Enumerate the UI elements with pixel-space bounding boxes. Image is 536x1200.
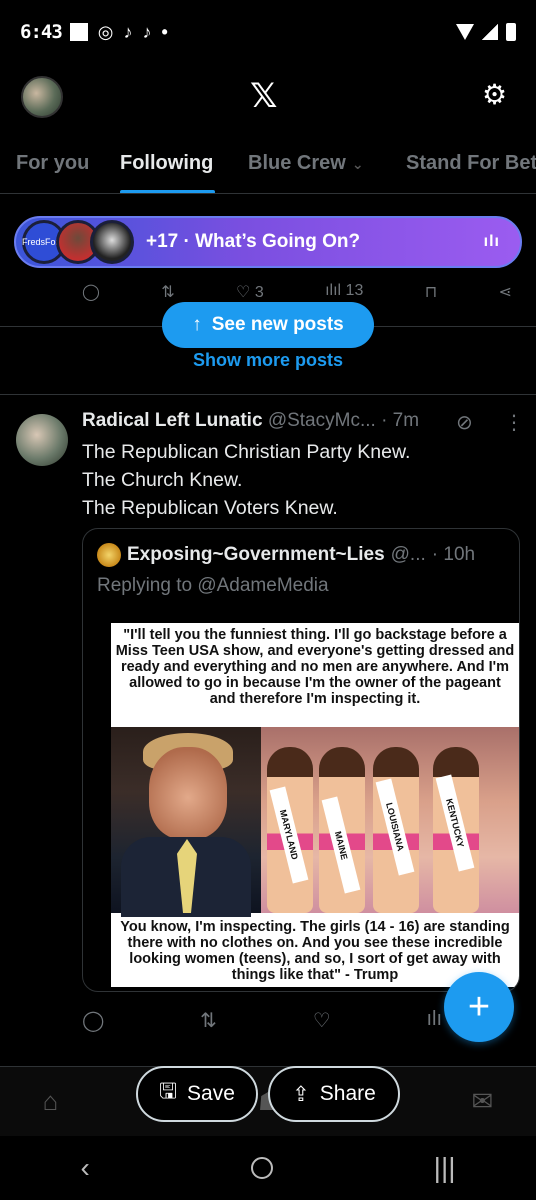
timeline-tabs: For you Following Blue Crew ⌄ Stand For B… (0, 138, 536, 194)
tab-stand-for-bet[interactable]: Stand For Bet (406, 152, 536, 175)
wifi-icon (456, 24, 474, 40)
save-icon: 🖫 (159, 1079, 178, 1103)
notification-square-icon (69, 23, 88, 41)
share-button[interactable]: ⇪ Share (268, 1066, 400, 1122)
audio-bars-icon: ılı (483, 233, 500, 250)
quoted-author-avatar (97, 543, 121, 567)
repost-icon[interactable]: ⇅ (161, 282, 174, 306)
system-nav-bar: ‹ ||| (0, 1136, 536, 1200)
share-icon: ⇪ (292, 1082, 310, 1106)
tab-blue-crew[interactable]: Blue Crew ⌄ (248, 152, 364, 175)
instagram-icon: ◎ (97, 21, 114, 42)
reply-icon[interactable]: ◯ (82, 1008, 104, 1033)
chevron-down-icon: ⌄ (351, 156, 364, 172)
share-icon[interactable]: ⋖ (499, 282, 512, 306)
status-time: 6:43 (20, 21, 63, 43)
quoted-post[interactable]: Exposing~Government~Lies @... · 10h Repl… (82, 528, 520, 992)
post-author-handle[interactable]: @StacyMc... (268, 410, 376, 431)
post-text: The Republican Christian Party Knew. The… (82, 438, 522, 522)
tiktok-icon: ♪ (123, 21, 133, 42)
bookmark-icon[interactable]: ⊓ (425, 282, 437, 306)
views-icon[interactable]: ılı (426, 1008, 442, 1033)
man-photo (111, 727, 261, 917)
share-label: Share (319, 1082, 376, 1105)
recents-icon[interactable]: ||| (434, 1152, 456, 1184)
home-icon[interactable]: ⌂ (43, 1086, 59, 1117)
tab-for-you[interactable]: For you (16, 152, 89, 175)
post-line: The Church Knew. (82, 469, 243, 491)
x-logo-icon: 𝕏 (250, 77, 278, 115)
space-title: +17 · What’s Going On? (146, 231, 361, 252)
post-time: · 7m (381, 410, 420, 431)
top-bar: 𝕏 ⚙ (0, 70, 536, 126)
meme-image[interactable]: "I'll tell you the funniest thing. I'll … (111, 623, 519, 987)
status-right (456, 23, 516, 41)
like-icon[interactable]: ♡ (313, 1008, 331, 1033)
save-label: Save (187, 1082, 235, 1105)
show-more-posts-link[interactable]: Show more posts (0, 350, 536, 371)
pageant-photo: MARYLAND MAINE LOUISIANA KENTUCKY (261, 727, 519, 913)
views-count: 13 (345, 282, 364, 299)
quoted-author-name: Exposing~Government~Lies (127, 544, 385, 565)
tab-blue-crew-label: Blue Crew (248, 152, 346, 174)
messages-icon[interactable]: ✉ (472, 1086, 494, 1117)
divider (0, 394, 536, 395)
post-actions: ◯ ⇅ ♡ ılı (82, 1008, 442, 1033)
signal-icon (482, 24, 498, 40)
reply-icon[interactable]: ◯ (82, 282, 100, 306)
post-author-name[interactable]: Radical Left Lunatic (82, 410, 263, 431)
back-icon[interactable]: ‹ (80, 1152, 89, 1184)
dot-icon: • (161, 21, 168, 42)
more-options-icon[interactable]: ⋮ (504, 410, 524, 435)
see-new-posts-label: See new posts (211, 314, 344, 335)
status-bar: 6:43 ◎ ♪ ♪ • (0, 0, 536, 64)
quoted-post-time: · 10h (431, 544, 476, 565)
profile-avatar[interactable] (21, 76, 63, 118)
see-new-posts-button[interactable]: ↑ See new posts (162, 302, 374, 348)
space-speaker-avatar (90, 220, 134, 264)
compose-button[interactable]: + (444, 972, 514, 1042)
grok-icon[interactable]: ⊘ (456, 410, 473, 435)
post-line: The Republican Voters Knew. (82, 497, 338, 519)
gear-icon[interactable]: ⚙ (482, 78, 518, 114)
home-circle-icon[interactable] (250, 1157, 273, 1179)
arrow-up-icon: ↑ (192, 314, 202, 335)
meme-photo: MARYLAND MAINE LOUISIANA KENTUCKY (111, 727, 519, 917)
replying-to: Replying to @AdameMedia (97, 575, 329, 596)
quoted-author-handle: @... (390, 544, 426, 565)
spaces-banner[interactable]: FredsForm +17 · What’s Going On? ılı (14, 216, 522, 268)
battery-icon (506, 23, 516, 41)
meme-top-text: "I'll tell you the funniest thing. I'll … (115, 627, 515, 707)
face (149, 747, 227, 839)
save-button[interactable]: 🖫 Save (136, 1066, 258, 1122)
tab-following[interactable]: Following (120, 152, 213, 175)
tiktok-icon: ♪ (142, 21, 152, 42)
active-tab-indicator (120, 190, 215, 193)
repost-icon[interactable]: ⇅ (200, 1008, 217, 1033)
post-line: The Republican Christian Party Knew. (82, 441, 411, 463)
quoted-post-header: Exposing~Government~Lies @... · 10h (97, 543, 507, 567)
like-count: 3 (254, 284, 264, 301)
meme-bottom-text: You know, I'm inspecting. The girls (14 … (120, 919, 510, 983)
post-author-avatar[interactable] (16, 414, 68, 466)
